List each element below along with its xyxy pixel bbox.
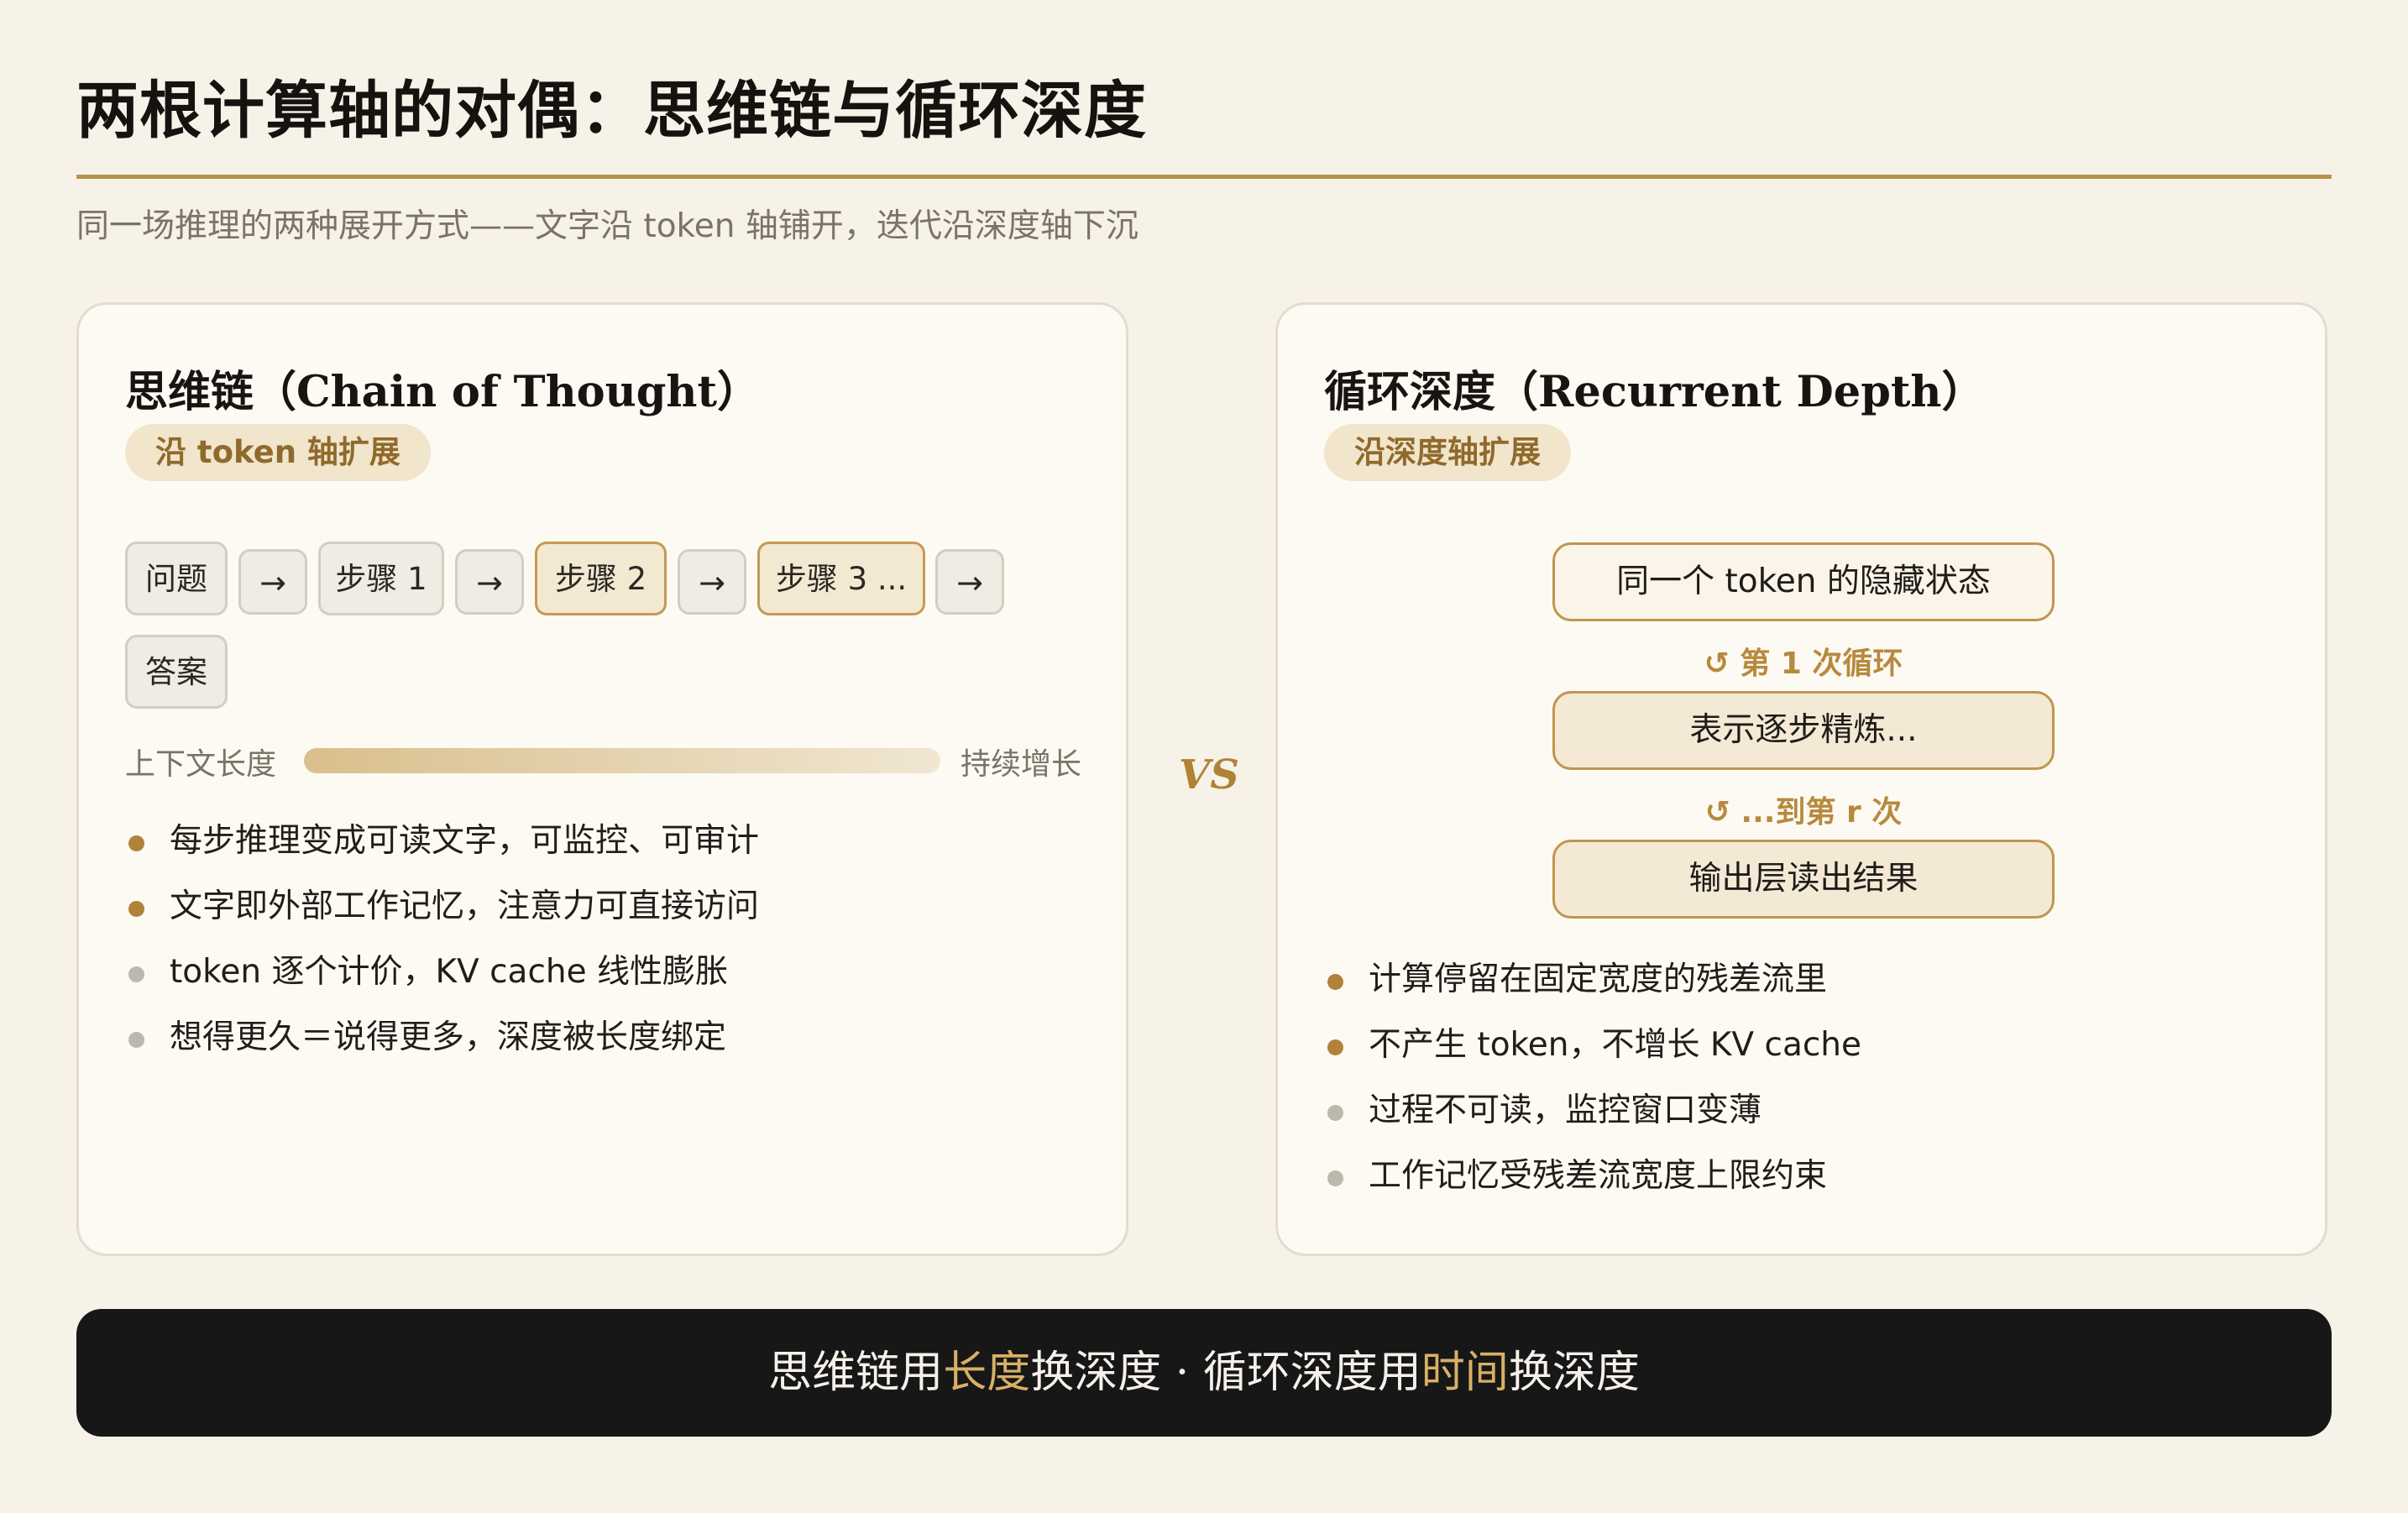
bullet-dot-icon	[128, 901, 144, 917]
recurrent-panel: 循环深度（Recurrent Depth） 沿深度轴扩展 同一个 token 的…	[1275, 302, 2327, 1256]
bullet-dot-icon	[1327, 974, 1343, 990]
context-length-bar	[304, 748, 940, 773]
list-item: 每步推理变成可读文字，可监控、可审计	[125, 809, 759, 874]
readout-box: 输出层读出结果	[1552, 840, 2055, 919]
loop-icon: ↺	[1704, 795, 1730, 830]
list-item: token 逐个计价，KV cache 线性膨胀	[125, 940, 759, 1005]
banner-accent-length: 长度	[943, 1348, 1031, 1398]
title-divider	[76, 175, 2332, 179]
bullet-dot-icon	[128, 966, 144, 982]
arrow-icon: →	[935, 549, 1004, 615]
cot-chip-answer: 答案	[125, 635, 228, 709]
arrow-icon: →	[678, 549, 746, 615]
bullet-dot-icon	[128, 1032, 144, 1048]
cot-panel-title: 思维链（Chain of Thought）	[125, 367, 761, 417]
arrow-icon: →	[238, 549, 307, 615]
arrow-icon: →	[455, 549, 524, 615]
bullet-dot-icon	[1327, 1170, 1343, 1186]
list-item: 想得更久＝说得更多，深度被长度绑定	[125, 1005, 759, 1071]
cot-axis-pill: 沿 token 轴扩展	[125, 424, 431, 481]
hidden-state-box: 同一个 token 的隐藏状态	[1552, 542, 2055, 621]
loop-icon: ↺	[1704, 647, 1730, 681]
recurrent-bullet-list: 计算停留在固定宽度的残差流里 不产生 token，不增长 KV cache 过程…	[1324, 947, 1861, 1209]
cot-chip-step2: 步骤 2	[535, 542, 667, 615]
context-length-label: 上下文长度	[125, 747, 277, 782]
page-title: 两根计算轴的对偶：思维链与循环深度	[76, 75, 1147, 147]
list-item: 不产生 token，不增长 KV cache	[1324, 1013, 1861, 1078]
context-growth-label: 持续增长	[961, 747, 1082, 782]
cot-chip-step1: 步骤 1	[318, 542, 444, 615]
cot-bullet-list: 每步推理变成可读文字，可监控、可审计 文字即外部工作记忆，注意力可直接访问 to…	[125, 809, 759, 1071]
cot-chip-step3: 步骤 3 ...	[757, 542, 925, 615]
list-item: 过程不可读，监控窗口变薄	[1324, 1078, 1861, 1144]
summary-banner: 思维链用长度换深度 · 循环深度用时间换深度	[76, 1309, 2332, 1437]
bullet-dot-icon	[1327, 1039, 1343, 1055]
vs-label: VS	[1179, 751, 1239, 798]
banner-accent-time: 时间	[1421, 1348, 1509, 1398]
page-subtitle: 同一场推理的两种展开方式——文字沿 token 轴铺开，迭代沿深度轴下沉	[76, 207, 1139, 245]
list-item: 工作记忆受残差流宽度上限约束	[1324, 1144, 1861, 1209]
list-item: 计算停留在固定宽度的残差流里	[1324, 947, 1861, 1013]
cot-panel: 思维链（Chain of Thought） 沿 token 轴扩展 问题 → 步…	[76, 302, 1128, 1256]
loop-label-1: ↺ 第 1 次循环	[1704, 647, 1903, 681]
refinement-box: 表示逐步精炼...	[1552, 691, 2055, 770]
bullet-dot-icon	[128, 835, 144, 851]
recurrent-panel-title: 循环深度（Recurrent Depth）	[1324, 367, 1985, 417]
loop-label-r: ↺ ...到第 r 次	[1704, 795, 1903, 830]
cot-chip-question: 问题	[125, 542, 228, 615]
list-item: 文字即外部工作记忆，注意力可直接访问	[125, 874, 759, 940]
recurrent-axis-pill: 沿深度轴扩展	[1324, 424, 1571, 481]
bullet-dot-icon	[1327, 1105, 1343, 1121]
